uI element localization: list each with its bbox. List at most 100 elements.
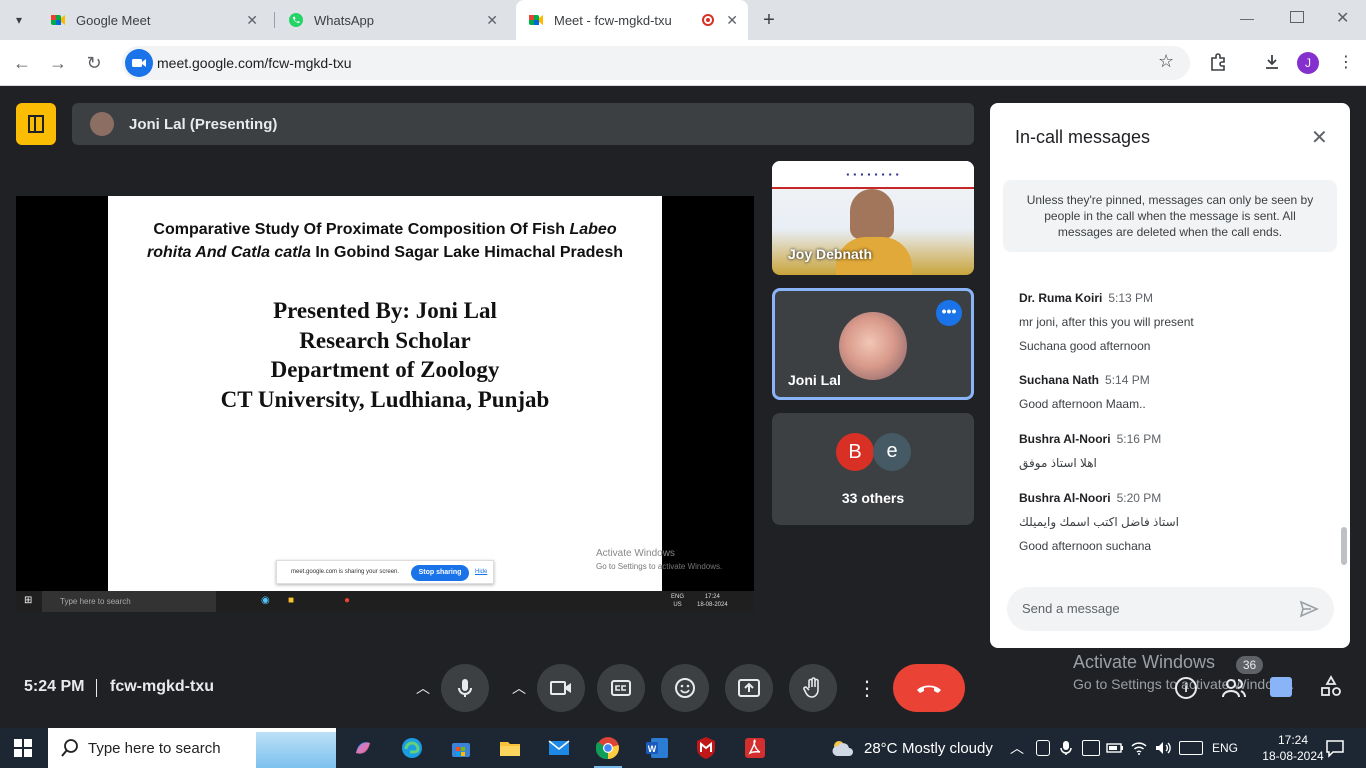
inner-search-box: Type here to search [42, 591, 216, 612]
inner-chrome-icon: ● [344, 595, 351, 606]
inner-lang: ENG US [671, 594, 685, 608]
keyboard-icon[interactable] [1179, 741, 1203, 755]
taskbar-clock[interactable]: 17:24 18-08-2024 [1258, 732, 1328, 764]
more-options-icon[interactable]: ⋮ [852, 664, 882, 712]
copilot-icon[interactable] [349, 734, 377, 762]
mail-icon[interactable] [545, 734, 573, 762]
people-icon[interactable] [1222, 677, 1246, 699]
chrome-icon[interactable] [594, 734, 622, 762]
meeting-details-icon[interactable]: i [1175, 677, 1197, 699]
address-bar[interactable]: meet.google.com/fcw-mgkd-txu ☆ [122, 46, 1190, 80]
inner-stop-sharing-button: Stop sharing [411, 565, 469, 581]
inner-watermark-line2: Go to Settings to activate Windows. [596, 562, 723, 571]
speaker-icon[interactable] [1154, 740, 1172, 756]
inner-share-bar: meet.google.com is sharing your screen. … [276, 560, 494, 584]
windows-start-icon[interactable] [14, 739, 32, 757]
audio-options-chevron-icon[interactable]: ︿ [408, 664, 438, 712]
chat-scrollbar[interactable] [1341, 527, 1347, 565]
profile-avatar[interactable]: J [1297, 52, 1319, 74]
show-hidden-icons-chevron-icon[interactable]: ︿ [1010, 738, 1024, 758]
tab-title: Meet - fcw-mgkd-txu [554, 12, 672, 28]
inner-start-icon: ⊞ [24, 595, 33, 606]
other-participant-avatar: B [836, 433, 874, 471]
restore-icon[interactable] [1290, 11, 1304, 23]
leave-call-button[interactable] [893, 664, 965, 712]
watermark-line1: Activate Windows [1073, 652, 1216, 672]
close-tab-icon[interactable]: ✕ [246, 12, 258, 29]
more-options-icon[interactable]: ••• [936, 300, 962, 326]
mcafee-icon[interactable] [692, 734, 720, 762]
search-icon [60, 738, 80, 758]
meeting-time: 5:24 PM [24, 678, 85, 695]
meet-site-icon[interactable] [125, 49, 153, 77]
windows-taskbar: Type here to search W 28°C Mostly cloudy… [0, 728, 1366, 768]
taskbar-search-box[interactable]: Type here to search [48, 728, 336, 768]
microphone-button[interactable] [441, 664, 489, 712]
participant-count-badge: 36 [1236, 656, 1263, 674]
microphone-tray-icon[interactable] [1060, 740, 1072, 756]
chat-message: Bushra Al-Noori 5:16 PM اهلا استاذ موفق [1019, 432, 1162, 470]
edge-icon[interactable] [398, 734, 426, 762]
participant-tile-joni-lal[interactable]: ••• Joni Lal [772, 288, 974, 400]
chat-icon[interactable] [1270, 677, 1292, 697]
send-icon[interactable] [1299, 599, 1319, 619]
tab-search-chevron-icon[interactable]: ▾ [8, 10, 30, 30]
video-options-chevron-icon[interactable]: ︿ [504, 664, 534, 712]
weather-cloudy-icon[interactable] [830, 738, 856, 758]
download-icon[interactable] [1262, 52, 1282, 72]
file-explorer-icon[interactable] [496, 734, 524, 762]
language-indicator[interactable]: ENG [1212, 741, 1238, 755]
close-window-icon[interactable]: ✕ [1336, 8, 1356, 28]
activities-icon[interactable] [1320, 675, 1342, 697]
tab-whatsapp[interactable]: WhatsApp ✕ [276, 0, 508, 40]
tab-google-meet[interactable]: Google Meet ✕ [38, 0, 268, 40]
wifi-icon[interactable] [1130, 740, 1148, 756]
chat-message: Bushra Al-Noori 5:20 PM استاذ فاضل اكتب ا… [1019, 491, 1180, 553]
back-icon[interactable]: ← [9, 50, 35, 76]
minimize-icon[interactable]: — [1240, 10, 1260, 26]
others-tile[interactable]: B e 33 others [772, 413, 974, 525]
meet-tray-icon[interactable] [1036, 740, 1050, 756]
network-tray-icon[interactable] [1082, 740, 1100, 756]
weather-temp: 28°C [864, 740, 898, 757]
presentation-toggle-button[interactable] [16, 103, 56, 145]
reload-icon[interactable]: ↻ [81, 50, 107, 76]
banner-background: ▪ ▪ ▪ ▪ ▪ ▪ ▪ ▪ [772, 161, 974, 189]
presenter-avatar [90, 112, 114, 136]
close-tab-icon[interactable]: ✕ [726, 12, 738, 29]
present-screen-button[interactable] [725, 664, 773, 712]
recording-icon [702, 14, 714, 26]
participant-name: Joy Debnath [788, 246, 873, 262]
close-tab-icon[interactable]: ✕ [486, 12, 498, 29]
battery-icon[interactable] [1106, 740, 1124, 756]
camera-button[interactable] [537, 664, 585, 712]
word-icon[interactable]: W [643, 734, 671, 762]
extensions-icon[interactable] [1208, 52, 1228, 72]
tab-title: Google Meet [76, 12, 151, 28]
acrobat-icon[interactable] [741, 734, 769, 762]
inner-watermark-line1: Activate Windows [596, 548, 675, 559]
notifications-icon[interactable] [1325, 738, 1345, 758]
close-icon[interactable]: ✕ [1311, 125, 1328, 150]
microsoft-store-icon[interactable] [447, 734, 475, 762]
meeting-code: fcw-mgkd-txu [110, 678, 214, 695]
chat-message-input[interactable]: Send a message [1007, 587, 1334, 631]
tab-meet-active[interactable]: Meet - fcw-mgkd-txu ✕ [516, 0, 748, 40]
emoji-reactions-button[interactable] [661, 664, 709, 712]
bookmark-star-icon[interactable]: ☆ [1158, 51, 1174, 72]
browser-menu-icon[interactable]: ⋮ [1338, 52, 1354, 72]
new-tab-plus-icon[interactable]: + [758, 8, 780, 32]
forward-icon[interactable]: → [45, 50, 71, 76]
raise-hand-button[interactable] [789, 664, 837, 712]
presentation-slide: Comparative Study Of Proximate Compositi… [108, 196, 662, 591]
captions-button[interactable] [597, 664, 645, 712]
other-participant-avatar: e [873, 433, 911, 471]
tab-divider [274, 12, 275, 28]
google-meet-icon [528, 12, 544, 28]
weather-description: Mostly cloudy [902, 740, 993, 757]
participant-name: Joni Lal [788, 372, 841, 388]
participant-tile-joy-debnath[interactable]: ▪ ▪ ▪ ▪ ▪ ▪ ▪ ▪ Joy Debnath [772, 161, 974, 275]
slide-body: Presented By: Joni Lal Research Scholar … [220, 298, 550, 412]
participant-avatar [839, 312, 907, 380]
svg-text:W: W [648, 744, 657, 754]
